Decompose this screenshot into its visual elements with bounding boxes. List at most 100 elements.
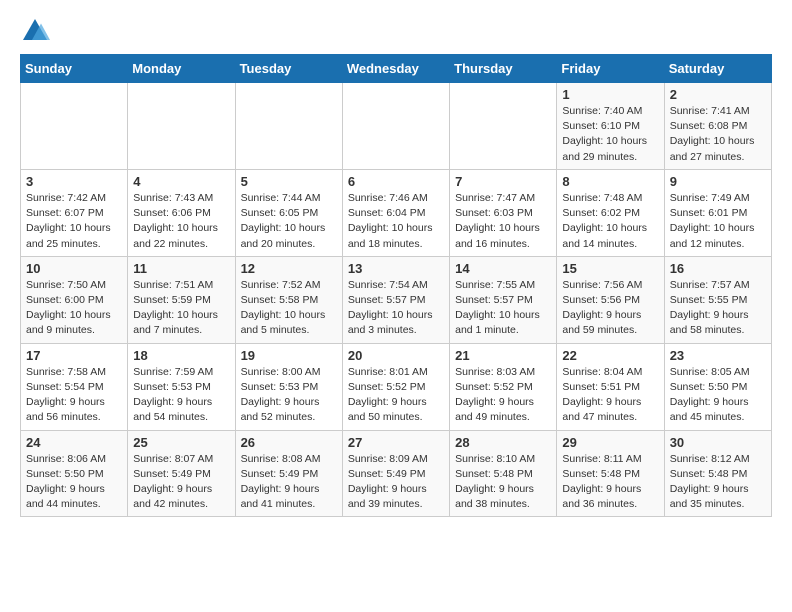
calendar-cell: 30Sunrise: 8:12 AM Sunset: 5:48 PM Dayli… <box>664 430 771 517</box>
days-of-week-row: SundayMondayTuesdayWednesdayThursdayFrid… <box>21 55 772 83</box>
day-number: 27 <box>348 435 444 450</box>
logo-icon <box>20 16 50 46</box>
day-number: 8 <box>562 174 658 189</box>
day-info: Sunrise: 7:48 AM Sunset: 6:02 PM Dayligh… <box>562 191 658 252</box>
day-number: 22 <box>562 348 658 363</box>
calendar-cell: 3 Sunrise: 7:42 AM Sunset: 6:07 PM Daylig… <box>21 169 128 256</box>
calendar-cell: 16Sunrise: 7:57 AM Sunset: 5:55 PM Dayli… <box>664 256 771 343</box>
day-number: 7 <box>455 174 551 189</box>
calendar-cell: 29 Sunrise: 8:11 AM Sunset: 5:48 PM Dayli… <box>557 430 664 517</box>
day-info: Sunrise: 8:05 AM Sunset: 5:50 PM Dayligh… <box>670 365 766 426</box>
logo <box>20 16 54 46</box>
calendar-cell: 18 Sunrise: 7:59 AM Sunset: 5:53 PM Dayli… <box>128 343 235 430</box>
day-info: Sunrise: 7:51 AM Sunset: 5:59 PM Dayligh… <box>133 278 229 339</box>
calendar-cell <box>342 83 449 170</box>
calendar-cell: 7 Sunrise: 7:47 AM Sunset: 6:03 PM Daylig… <box>450 169 557 256</box>
day-number: 26 <box>241 435 337 450</box>
calendar-header: SundayMondayTuesdayWednesdayThursdayFrid… <box>21 55 772 83</box>
day-info: Sunrise: 7:57 AM Sunset: 5:55 PM Dayligh… <box>670 278 766 339</box>
calendar-cell: 13 Sunrise: 7:54 AM Sunset: 5:57 PM Dayli… <box>342 256 449 343</box>
day-number: 24 <box>26 435 122 450</box>
day-info: Sunrise: 7:47 AM Sunset: 6:03 PM Dayligh… <box>455 191 551 252</box>
calendar-cell: 15 Sunrise: 7:56 AM Sunset: 5:56 PM Dayli… <box>557 256 664 343</box>
calendar-cell: 27 Sunrise: 8:09 AM Sunset: 5:49 PM Dayli… <box>342 430 449 517</box>
week-row-0: 1Sunrise: 7:40 AM Sunset: 6:10 PM Daylig… <box>21 83 772 170</box>
day-number: 9 <box>670 174 766 189</box>
day-number: 14 <box>455 261 551 276</box>
dow-header-tuesday: Tuesday <box>235 55 342 83</box>
calendar-cell <box>450 83 557 170</box>
day-info: Sunrise: 7:55 AM Sunset: 5:57 PM Dayligh… <box>455 278 551 339</box>
dow-header-wednesday: Wednesday <box>342 55 449 83</box>
calendar-cell: 28Sunrise: 8:10 AM Sunset: 5:48 PM Dayli… <box>450 430 557 517</box>
calendar-cell: 2 Sunrise: 7:41 AM Sunset: 6:08 PM Daylig… <box>664 83 771 170</box>
day-number: 23 <box>670 348 766 363</box>
calendar-cell: 17Sunrise: 7:58 AM Sunset: 5:54 PM Dayli… <box>21 343 128 430</box>
day-info: Sunrise: 7:46 AM Sunset: 6:04 PM Dayligh… <box>348 191 444 252</box>
calendar-cell: 23 Sunrise: 8:05 AM Sunset: 5:50 PM Dayli… <box>664 343 771 430</box>
calendar-cell: 25 Sunrise: 8:07 AM Sunset: 5:49 PM Dayli… <box>128 430 235 517</box>
day-info: Sunrise: 7:50 AM Sunset: 6:00 PM Dayligh… <box>26 278 122 339</box>
day-info: Sunrise: 7:54 AM Sunset: 5:57 PM Dayligh… <box>348 278 444 339</box>
day-info: Sunrise: 8:00 AM Sunset: 5:53 PM Dayligh… <box>241 365 337 426</box>
day-number: 15 <box>562 261 658 276</box>
day-number: 17 <box>26 348 122 363</box>
day-number: 2 <box>670 87 766 102</box>
day-number: 20 <box>348 348 444 363</box>
calendar-body: 1Sunrise: 7:40 AM Sunset: 6:10 PM Daylig… <box>21 83 772 517</box>
day-info: Sunrise: 7:56 AM Sunset: 5:56 PM Dayligh… <box>562 278 658 339</box>
day-number: 19 <box>241 348 337 363</box>
week-row-4: 24 Sunrise: 8:06 AM Sunset: 5:50 PM Dayli… <box>21 430 772 517</box>
dow-header-friday: Friday <box>557 55 664 83</box>
day-info: Sunrise: 7:42 AM Sunset: 6:07 PM Dayligh… <box>26 191 122 252</box>
day-number: 29 <box>562 435 658 450</box>
dow-header-sunday: Sunday <box>21 55 128 83</box>
day-number: 18 <box>133 348 229 363</box>
day-info: Sunrise: 8:06 AM Sunset: 5:50 PM Dayligh… <box>26 452 122 513</box>
calendar-cell: 11 Sunrise: 7:51 AM Sunset: 5:59 PM Dayli… <box>128 256 235 343</box>
day-number: 3 <box>26 174 122 189</box>
calendar-cell <box>235 83 342 170</box>
day-number: 13 <box>348 261 444 276</box>
day-info: Sunrise: 8:11 AM Sunset: 5:48 PM Dayligh… <box>562 452 658 513</box>
calendar-cell: 21Sunrise: 8:03 AM Sunset: 5:52 PM Dayli… <box>450 343 557 430</box>
calendar-cell: 12 Sunrise: 7:52 AM Sunset: 5:58 PM Dayli… <box>235 256 342 343</box>
day-info: Sunrise: 8:07 AM Sunset: 5:49 PM Dayligh… <box>133 452 229 513</box>
dow-header-monday: Monday <box>128 55 235 83</box>
calendar-cell: 8 Sunrise: 7:48 AM Sunset: 6:02 PM Daylig… <box>557 169 664 256</box>
day-info: Sunrise: 7:52 AM Sunset: 5:58 PM Dayligh… <box>241 278 337 339</box>
page-container: SundayMondayTuesdayWednesdayThursdayFrid… <box>0 0 792 533</box>
week-row-1: 3 Sunrise: 7:42 AM Sunset: 6:07 PM Daylig… <box>21 169 772 256</box>
calendar-cell: 20 Sunrise: 8:01 AM Sunset: 5:52 PM Dayli… <box>342 343 449 430</box>
calendar-cell: 24 Sunrise: 8:06 AM Sunset: 5:50 PM Dayli… <box>21 430 128 517</box>
day-number: 25 <box>133 435 229 450</box>
day-info: Sunrise: 8:01 AM Sunset: 5:52 PM Dayligh… <box>348 365 444 426</box>
calendar-cell: 1Sunrise: 7:40 AM Sunset: 6:10 PM Daylig… <box>557 83 664 170</box>
day-info: Sunrise: 7:41 AM Sunset: 6:08 PM Dayligh… <box>670 104 766 165</box>
day-number: 11 <box>133 261 229 276</box>
calendar-cell <box>21 83 128 170</box>
calendar-cell: 14 Sunrise: 7:55 AM Sunset: 5:57 PM Dayli… <box>450 256 557 343</box>
day-number: 21 <box>455 348 551 363</box>
calendar-cell: 10 Sunrise: 7:50 AM Sunset: 6:00 PM Dayli… <box>21 256 128 343</box>
day-info: Sunrise: 8:04 AM Sunset: 5:51 PM Dayligh… <box>562 365 658 426</box>
calendar-cell: 4 Sunrise: 7:43 AM Sunset: 6:06 PM Daylig… <box>128 169 235 256</box>
day-number: 12 <box>241 261 337 276</box>
day-number: 6 <box>348 174 444 189</box>
week-row-2: 10 Sunrise: 7:50 AM Sunset: 6:00 PM Dayli… <box>21 256 772 343</box>
calendar-cell: 19 Sunrise: 8:00 AM Sunset: 5:53 PM Dayli… <box>235 343 342 430</box>
day-info: Sunrise: 8:08 AM Sunset: 5:49 PM Dayligh… <box>241 452 337 513</box>
day-info: Sunrise: 8:09 AM Sunset: 5:49 PM Dayligh… <box>348 452 444 513</box>
day-number: 10 <box>26 261 122 276</box>
day-info: Sunrise: 7:59 AM Sunset: 5:53 PM Dayligh… <box>133 365 229 426</box>
calendar-cell: 26 Sunrise: 8:08 AM Sunset: 5:49 PM Dayli… <box>235 430 342 517</box>
day-info: Sunrise: 7:43 AM Sunset: 6:06 PM Dayligh… <box>133 191 229 252</box>
day-info: Sunrise: 7:44 AM Sunset: 6:05 PM Dayligh… <box>241 191 337 252</box>
day-number: 5 <box>241 174 337 189</box>
day-info: Sunrise: 7:49 AM Sunset: 6:01 PM Dayligh… <box>670 191 766 252</box>
day-info: Sunrise: 8:10 AM Sunset: 5:48 PM Dayligh… <box>455 452 551 513</box>
calendar-cell: 5 Sunrise: 7:44 AM Sunset: 6:05 PM Daylig… <box>235 169 342 256</box>
day-number: 30 <box>670 435 766 450</box>
calendar-cell <box>128 83 235 170</box>
day-number: 4 <box>133 174 229 189</box>
